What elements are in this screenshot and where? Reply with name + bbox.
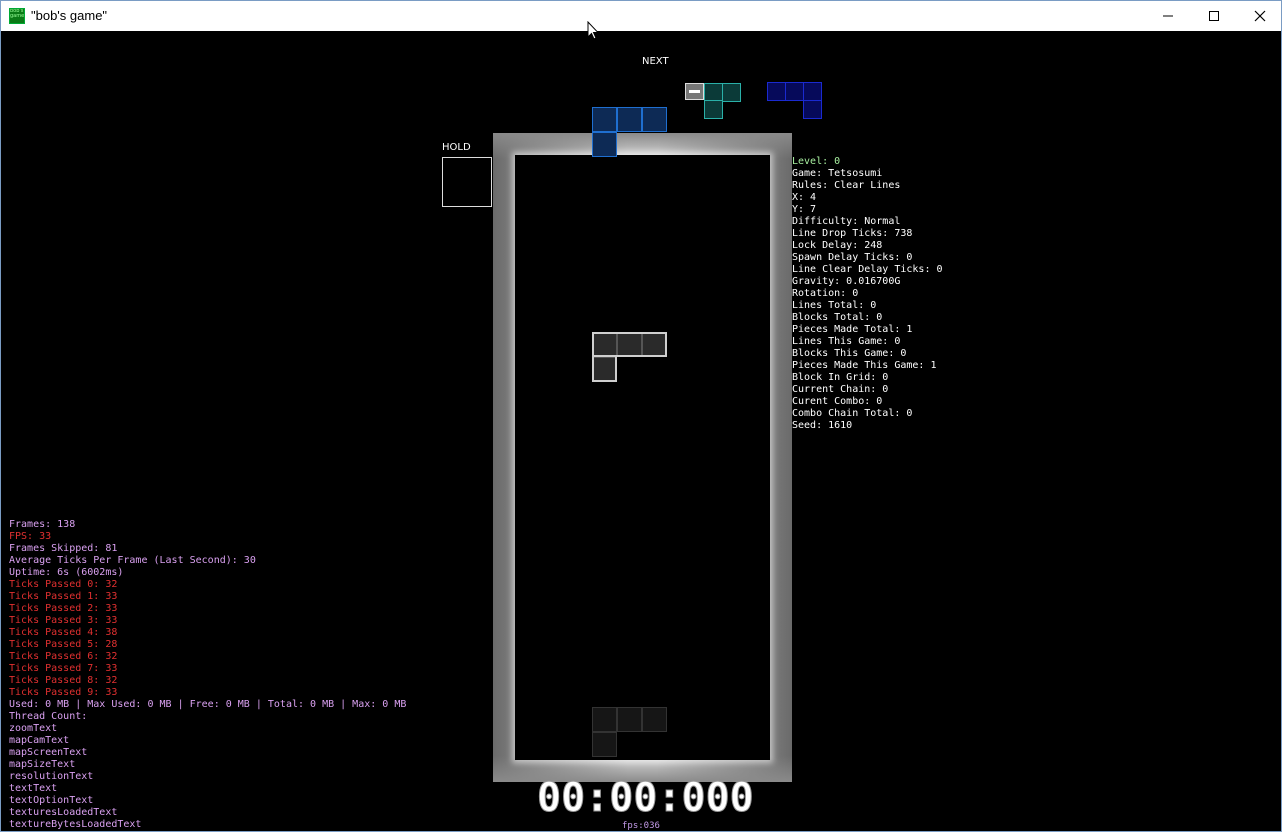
piece-block: [642, 332, 667, 357]
stat-line: Line Drop Ticks: 738: [792, 228, 913, 239]
debug-line: Ticks Passed 0: 32: [9, 579, 118, 590]
debug-line: Thread Count:: [9, 711, 88, 722]
bobs-game-icon: bob's game: [9, 8, 25, 24]
minimize-icon: [1163, 15, 1173, 17]
debug-line: Used: 0 MB | Max Used: 0 MB | Free: 0 MB…: [9, 699, 407, 710]
hold-label: HOLD: [442, 142, 471, 153]
debug-line: mapScreenText: [9, 747, 88, 758]
debug-line: Ticks Passed 3: 33: [9, 615, 118, 626]
debug-panel: Frames: 138 FPS: 33 Frames Skipped: 81 Aver…: [9, 519, 406, 831]
piece-block: [617, 107, 642, 132]
piece-block: [785, 82, 804, 101]
stat-line: Lines This Game: 0: [792, 336, 901, 347]
stat-line: Pieces Made Total: 1: [792, 324, 913, 335]
minus-icon: [685, 83, 704, 100]
piece-block: [803, 82, 822, 101]
debug-line: Ticks Passed 2: 33: [9, 603, 118, 614]
debug-line: Average Ticks Per Frame (Last Second): 3…: [9, 555, 256, 566]
debug-line: zoomText: [9, 723, 58, 734]
stat-line: Combo Chain Total: 0: [792, 408, 913, 419]
minimize-button[interactable]: [1145, 1, 1191, 31]
piece-block: [617, 332, 642, 357]
debug-line: Frames: 138: [9, 519, 76, 530]
debug-line: Frames Skipped: 81: [9, 543, 118, 554]
stat-line: Lock Delay: 248: [792, 240, 883, 251]
maximize-icon: [1209, 11, 1219, 21]
mouse-cursor-icon: [587, 21, 599, 40]
hold-box: [442, 157, 492, 207]
piece-block: [617, 707, 642, 732]
stat-line: Game: Tetsosumi: [792, 168, 883, 179]
debug-line: Ticks Passed 9: 33: [9, 687, 118, 698]
stat-line: X: 4: [792, 192, 817, 203]
piece-block: [592, 132, 617, 157]
debug-line: Ticks Passed 1: 33: [9, 591, 118, 602]
stat-line: Difficulty: Normal: [792, 216, 901, 227]
debug-line: resolutionText: [9, 771, 94, 782]
close-icon: [1254, 10, 1266, 22]
debug-line: mapSizeText: [9, 759, 76, 770]
piece-block: [767, 82, 786, 101]
stat-line: Rules: Clear Lines: [792, 180, 901, 191]
debug-line: Ticks Passed 8: 32: [9, 675, 118, 686]
fps-counter: fps:036: [622, 821, 660, 831]
maximize-button[interactable]: [1191, 1, 1237, 31]
debug-line: mapCamText: [9, 735, 70, 746]
stat-line: Seed: 1610: [792, 420, 853, 431]
piece-block: [592, 357, 617, 382]
game-window: bob's game "bob's game" NEXT HOLD 00:00:…: [0, 0, 1282, 832]
piece-block: [592, 107, 617, 132]
piece-block: [803, 100, 822, 119]
debug-line: Ticks Passed 6: 32: [9, 651, 118, 662]
stat-line: Current Chain: 0: [792, 384, 889, 395]
debug-line: Ticks Passed 4: 38: [9, 627, 118, 638]
stat-line: Curent Combo: 0: [792, 396, 883, 407]
next-label: NEXT: [642, 56, 669, 67]
stat-line: Level: 0: [792, 156, 841, 167]
debug-line: textureBytesLoadedText: [9, 819, 142, 830]
piece-block: [642, 707, 667, 732]
stat-line: Blocks Total: 0: [792, 312, 883, 323]
piece-block: [642, 107, 667, 132]
stat-line: Rotation: 0: [792, 288, 859, 299]
close-button[interactable]: [1237, 1, 1281, 31]
debug-line: textOptionText: [9, 795, 94, 806]
playfield: [515, 155, 770, 760]
debug-line: Ticks Passed 5: 28: [9, 639, 118, 650]
piece-block: [722, 83, 741, 102]
debug-line: FPS: 33: [9, 531, 52, 542]
piece-block: [592, 707, 617, 732]
stat-line: Lines Total: 0: [792, 300, 877, 311]
stat-line: Blocks This Game: 0: [792, 348, 907, 359]
stat-line: Block In Grid: 0: [792, 372, 889, 383]
stat-line: Spawn Delay Ticks: 0: [792, 252, 913, 263]
debug-line: textText: [9, 783, 58, 794]
stat-line: Y: 7: [792, 204, 817, 215]
debug-line: texturesLoadedText: [9, 807, 118, 818]
stat-line: Pieces Made This Game: 1: [792, 360, 937, 371]
stat-line: Line Clear Delay Ticks: 0: [792, 264, 943, 275]
game-timer: 00:00:000: [537, 775, 755, 821]
piece-block: [592, 732, 617, 757]
window-title: "bob's game": [31, 8, 108, 23]
game-stats-panel: Level: 0 Game: Tetsosumi Rules: Clear Line…: [792, 156, 943, 432]
piece-block: [592, 332, 617, 357]
stat-line: Gravity: 0.016700G: [792, 276, 901, 287]
title-bar[interactable]: bob's game "bob's game": [1, 1, 1281, 31]
debug-line: Ticks Passed 7: 33: [9, 663, 118, 674]
piece-block: [704, 100, 723, 119]
debug-line: Uptime: 6s (6002ms): [9, 567, 124, 578]
